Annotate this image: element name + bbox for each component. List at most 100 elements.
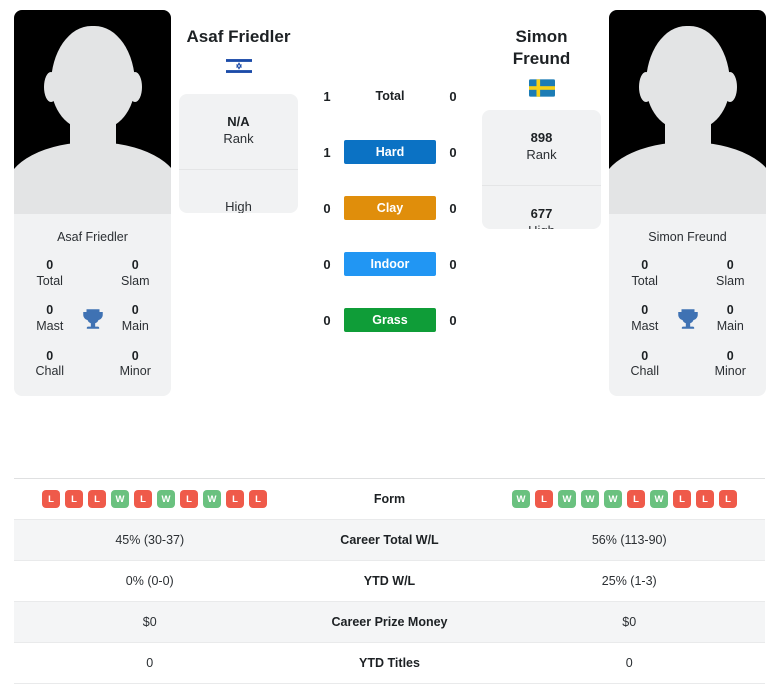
right-player-name[interactable]: Simon Freund [487,10,597,70]
left-titles-main: 0 Main [110,303,162,334]
left-player-info-card: N/A Rank High 21 Age Plays [179,93,298,213]
surface-row-hard: 1 Hard 0 [306,124,474,180]
left-form-badge-7: W [203,490,221,508]
silhouette-body-icon [14,142,171,214]
left-form-badge-6: L [180,490,198,508]
left-form-badge-8: L [226,490,244,508]
right-titles-mast: 0 Mast [619,303,671,334]
right-titles-main: 0 Main [705,303,757,334]
left-career-total-wl: 45% (30-37) [115,533,185,547]
left-ytd-titles: 0 [146,656,154,670]
left-titles-mast-label: Mast [36,318,64,333]
left-info-high: High [179,170,298,213]
left-titles-mast: 0 Mast [24,303,76,334]
right-player-photo-name: Simon Freund [648,230,727,244]
right-form-badge-2: W [558,490,576,508]
left-titles-total-label: Total [36,273,63,288]
left-player-name[interactable]: Asaf Friedler [187,10,291,48]
right-titles-slam: 0 Slam [705,258,757,289]
stat-label-form: Form [373,492,406,506]
silhouette-body-icon [609,142,766,214]
left-titles-total-value: 0 [46,258,54,272]
left-titles-slam-label: Slam [121,273,150,288]
surface-row-indoor: 0 Indoor 0 [306,236,474,292]
right-info-high-label: High [528,223,555,229]
left-player-photo-name: Asaf Friedler [57,230,128,244]
right-form-badge-3: W [581,490,599,508]
comparison-stats-table: LLLWLWLWLL Form WLWWWLWLLL 45% (30-37) C… [14,478,765,684]
right-player-photo-card[interactable]: Simon Freund 0 Total 0 Slam 0 Mast 0 Mai… [609,10,766,396]
right-titles-mast-label: Mast [631,318,659,333]
right-player-name-column: Simon Freund 898 Rank 677 High 27 Age R … [474,10,609,229]
right-titles-minor: 0 Minor [705,349,757,380]
table-row: 45% (30-37) Career Total W/L 56% (113-90… [14,520,765,561]
left-info-rank-value: N/A [227,114,250,130]
silhouette-ear-right-icon [722,72,737,102]
right-titles-total-label: Total [631,273,658,288]
left-titles-slam: 0 Slam [110,258,162,289]
left-player-name-column: Asaf Friedler N/A Rank High 21 Age [171,10,306,213]
right-form-badge-1: L [535,490,553,508]
right-form-badges: WLWWWLWLLL [494,490,766,508]
left-player-titles-grid: 0 Total 0 Slam 0 Mast 0 Main 0 Chall 0 M… [14,258,171,396]
left-titles-minor-value: 0 [131,348,139,363]
surface-indoor-right-score: 0 [449,256,457,272]
surface-total-badge: Total [375,89,405,103]
right-career-total-wl: 56% (113-90) [591,533,667,547]
left-titles-total: 0 Total [24,258,76,289]
surface-hard-right-score: 0 [449,144,457,160]
right-titles-slam-value: 0 [726,258,734,272]
left-info-rank-label: Rank [223,131,254,147]
right-titles-total: 0 Total [619,258,671,289]
israel-flag-icon [225,57,252,75]
stat-label-career-prize-money: Career Prize Money [331,615,448,629]
left-form-badge-0: L [42,490,60,508]
right-info-rank: 898 Rank [482,110,601,186]
left-titles-chall-label: Chall [35,364,65,379]
right-info-rank-value: 898 [530,130,553,146]
right-player-photo [609,10,766,214]
surface-total-right-score: 0 [449,88,457,104]
surface-grass-badge[interactable]: Grass [344,308,436,332]
left-info-rank: N/A Rank [179,94,298,170]
right-form-badge-8: L [696,490,714,508]
surface-row-grass: 0 Grass 0 [306,292,474,348]
right-player-titles-grid: 0 Total 0 Slam 0 Mast 0 Main 0 Chall 0 M… [609,258,766,396]
left-form-badge-9: L [249,490,267,508]
left-form-badge-3: W [111,490,129,508]
surface-hard-badge[interactable]: Hard [344,140,436,164]
trophy-icon [677,309,698,329]
stat-label-career-total-wl: Career Total W/L [340,533,439,547]
left-form-badge-2: L [88,490,106,508]
left-info-high-label: High [225,198,252,213]
right-form-badge-6: W [650,490,668,508]
right-titles-chall-value: 0 [641,348,649,363]
right-career-prize-money: $0 [622,615,637,629]
surface-indoor-badge[interactable]: Indoor [344,252,436,276]
right-titles-main-label: Main [716,318,744,333]
left-player-photo-card[interactable]: Asaf Friedler 0 Total 0 Slam 0 Mast 0 Ma… [14,10,171,396]
surface-indoor-left-score: 0 [323,256,331,272]
left-titles-main-value: 0 [131,303,139,318]
right-titles-minor-value: 0 [726,348,734,363]
surface-grass-left-score: 0 [323,312,331,328]
surface-clay-badge[interactable]: Clay [344,196,436,220]
right-titles-mast-value: 0 [641,303,649,318]
left-form-badge-5: W [157,490,175,508]
right-titles-slam-label: Slam [716,273,745,288]
table-row: 0 YTD Titles 0 [14,643,765,684]
right-form-badge-9: L [719,490,737,508]
table-row: 0% (0-0) YTD W/L 25% (1-3) [14,561,765,602]
surface-hard-left-score: 1 [323,144,331,160]
left-titles-main-label: Main [121,318,149,333]
right-form-badge-7: L [673,490,691,508]
right-form-badge-4: W [604,490,622,508]
right-titles-total-value: 0 [641,258,649,272]
right-titles-main-value: 0 [726,303,734,318]
surface-clay-left-score: 0 [323,200,331,216]
surface-row-total: 1 Total 0 [306,68,474,124]
surface-clay-right-score: 0 [449,200,457,216]
left-career-prize-money: $0 [142,615,157,629]
left-titles-minor: 0 Minor [110,349,162,380]
trophy-icon [82,309,103,329]
